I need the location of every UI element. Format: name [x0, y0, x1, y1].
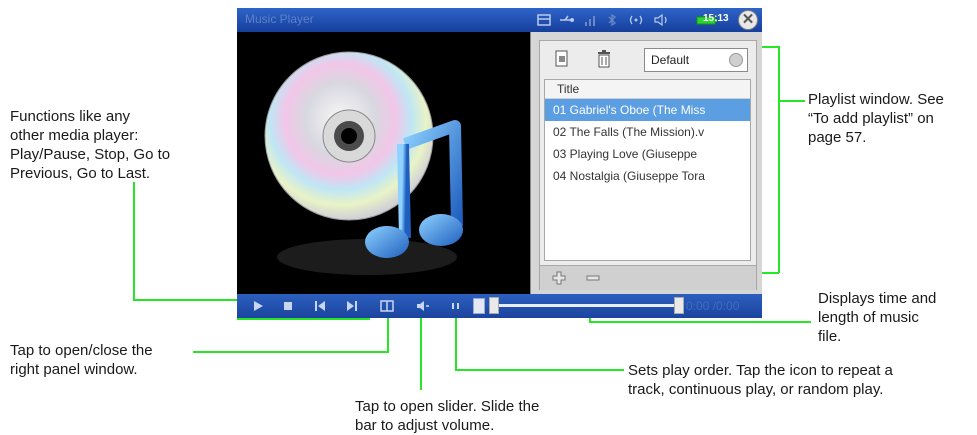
clock: 15:13 [703, 13, 729, 24]
title-bar: Music Player 15:13 ✕ [237, 8, 762, 32]
playlist-frame: Default Title 01 Gabriel's Oboe (The Mis… [539, 40, 757, 290]
playlist-toolbar [540, 265, 756, 290]
wifi-icon [629, 15, 643, 25]
callout-line [133, 182, 135, 300]
callout-line [455, 318, 457, 370]
annotation-time: Displays time and length of music file. [818, 290, 937, 345]
load-playlist-icon[interactable] [554, 50, 570, 68]
playlist-select[interactable]: Default [644, 48, 748, 72]
control-bar: 0:00 /0:00 [237, 294, 762, 318]
callout-line [762, 46, 779, 48]
track-row[interactable]: 04 Nostalgia (Giuseppe Tora [545, 165, 750, 187]
callout-line [455, 369, 624, 371]
next-icon[interactable] [345, 298, 359, 314]
window-icon[interactable] [537, 14, 551, 26]
annotation-panel: Tap to open/close the right panel window. [10, 342, 153, 378]
seek-slider-handle[interactable] [489, 297, 499, 314]
callout-line [589, 321, 811, 323]
dropdown-icon[interactable] [729, 53, 743, 67]
music-player-window: Music Player 15:13 ✕ Default Title 01 Ga… [237, 8, 762, 318]
seek-slider-end [674, 297, 684, 314]
callout-line [778, 46, 780, 273]
callout-line [779, 100, 805, 102]
remove-track-icon[interactable] [586, 275, 600, 281]
play-order-indicator[interactable] [473, 298, 485, 314]
callout-line [762, 272, 779, 274]
callout-line [193, 351, 389, 353]
delete-playlist-icon[interactable] [596, 49, 612, 68]
bluetooth-icon [608, 14, 617, 26]
annotation-order: Sets play order. Tap the icon to repeat … [628, 362, 893, 398]
previous-icon[interactable] [313, 298, 327, 314]
annotation-playlist: Playlist window. See “To add playlist” on… [808, 91, 944, 146]
callout-line [387, 318, 389, 352]
track-row[interactable]: 03 Playing Love (Giuseppe [545, 143, 750, 165]
signal-icon [585, 16, 595, 26]
track-list: Title 01 Gabriel's Oboe (The Miss 02 The… [544, 79, 751, 261]
seek-track[interactable] [495, 304, 675, 307]
app-title: Music Player [245, 12, 314, 26]
playlist-panel: Default Title 01 Gabriel's Oboe (The Mis… [530, 32, 762, 294]
play-order-icon[interactable] [449, 298, 463, 314]
playlist-select-value: Default [651, 53, 690, 67]
track-row[interactable]: 02 The Falls (The Mission).v [545, 121, 750, 143]
cd-music-icon [264, 51, 463, 275]
speaker-icon [654, 14, 667, 26]
volume-icon[interactable] [415, 298, 431, 314]
callout-line [420, 318, 422, 390]
annotation-functions: Functions like any other media player: Pl… [10, 108, 171, 182]
play-icon[interactable] [251, 298, 265, 314]
column-header-title[interactable]: Title [545, 80, 750, 99]
time-display: 0:00 /0:00 [686, 299, 740, 313]
stop-icon[interactable] [281, 298, 295, 314]
panel-toggle-icon[interactable] [380, 298, 394, 314]
usb-icon [560, 15, 574, 22]
close-button[interactable]: ✕ [738, 10, 758, 30]
add-track-icon[interactable] [552, 271, 566, 285]
album-artwork [237, 32, 530, 294]
callout-line [133, 299, 238, 301]
track-row[interactable]: 01 Gabriel's Oboe (The Miss [545, 99, 750, 121]
annotation-volume: Tap to open slider. Slide the bar to adju… [355, 398, 540, 434]
